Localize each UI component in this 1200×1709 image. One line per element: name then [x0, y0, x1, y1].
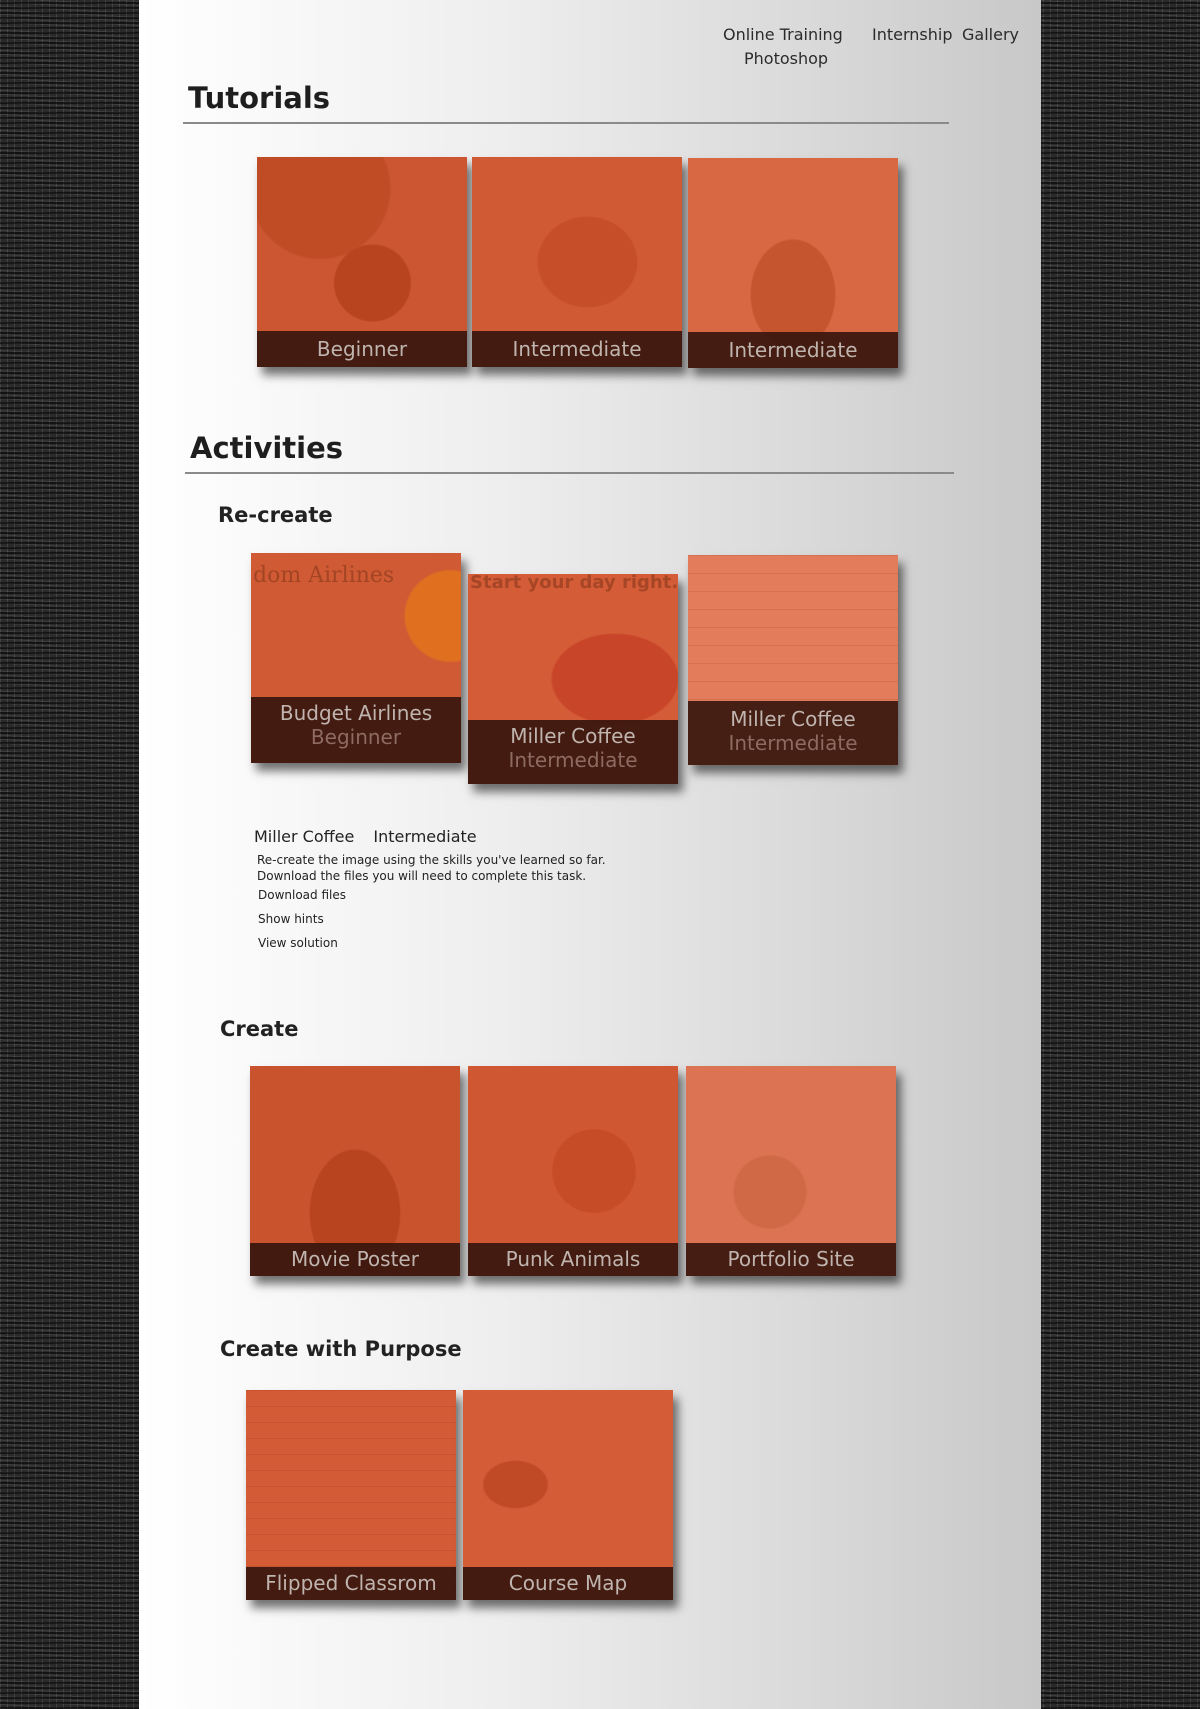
tutorials-heading: Tutorials — [188, 81, 331, 115]
card-level: Intermediate — [508, 748, 638, 772]
activities-heading: Activities — [190, 431, 344, 465]
card-label-bar: Movie Poster — [250, 1243, 460, 1276]
card-label-bar: Flipped Classrom — [246, 1567, 456, 1600]
card-label-bar: Miller Coffee Intermediate — [468, 720, 678, 784]
card-title: Budget Airlines — [279, 701, 433, 725]
recreate-card-miller-coffee-2[interactable]: Miller Coffee Intermediate — [688, 555, 898, 765]
show-hints-link[interactable]: Show hints — [258, 910, 674, 928]
create-card-portfolio-site[interactable]: Portfolio Site — [686, 1066, 896, 1276]
card-title: Miller Coffee — [510, 724, 636, 748]
create-with-purpose-subheading: Create with Purpose — [220, 1337, 462, 1361]
tutorial-card-intermediate-2[interactable]: Intermediate — [688, 158, 898, 368]
download-files-link[interactable]: Download files — [258, 886, 674, 904]
card-title: Flipped Classrom — [265, 1571, 437, 1595]
card-label-bar: Miller Coffee Intermediate — [688, 701, 898, 765]
create-card-movie-poster[interactable]: Movie Poster — [250, 1066, 460, 1276]
card-label-bar: Punk Animals — [468, 1243, 678, 1276]
card-title: Movie Poster — [291, 1247, 419, 1271]
card-label-bar: Intermediate — [472, 331, 682, 367]
detail-description-line1: Re-create the image using the skills you… — [257, 853, 606, 867]
card-title: Punk Animals — [505, 1247, 641, 1271]
card-label-bar: Intermediate — [688, 332, 898, 368]
thumbnail-ghost-text: Start your day right... — [470, 574, 678, 593]
card-label: Beginner — [316, 337, 408, 361]
card-title: Miller Coffee — [730, 707, 856, 731]
card-title: Course Map — [508, 1571, 628, 1595]
create-subheading: Create — [220, 1017, 299, 1041]
nav-online-training[interactable]: Online Training — [723, 23, 843, 47]
card-label-bar: Beginner — [257, 331, 467, 367]
card-level: Intermediate — [728, 731, 858, 755]
nav-photoshop[interactable]: Photoshop — [744, 47, 828, 71]
card-level: Beginner — [310, 725, 402, 749]
detail-description-line2: Download the files you will need to comp… — [257, 869, 587, 883]
activity-detail: Miller Coffee Intermediate Re-create the… — [254, 826, 674, 952]
purpose-card-flipped-classroom[interactable]: Flipped Classrom — [246, 1390, 456, 1600]
nav-internship[interactable]: Internship — [872, 23, 953, 47]
card-label-bar: Course Map — [463, 1567, 673, 1600]
create-card-punk-animals[interactable]: Punk Animals — [468, 1066, 678, 1276]
recreate-card-miller-coffee-1[interactable]: Start your day right... Miller Coffee In… — [468, 574, 678, 784]
detail-level: Intermediate — [373, 827, 477, 846]
card-label: Intermediate — [728, 338, 858, 362]
nav-gallery[interactable]: Gallery — [962, 23, 1019, 47]
recreate-subheading: Re-create — [218, 503, 333, 527]
purpose-card-course-map[interactable]: Course Map — [463, 1390, 673, 1600]
detail-name: Miller Coffee — [254, 827, 355, 846]
card-label-bar: Portfolio Site — [686, 1243, 896, 1276]
recreate-card-budget-airlines[interactable]: dom Airlines Budget Airlines Beginner — [251, 553, 461, 763]
page-panel: Online Training Photoshop Internship Gal… — [139, 0, 1041, 1709]
card-label-bar: Budget Airlines Beginner — [251, 697, 461, 763]
activities-divider — [185, 472, 954, 474]
card-label: Intermediate — [512, 337, 642, 361]
thumbnail-ghost-text: dom Airlines — [253, 563, 395, 588]
view-solution-link[interactable]: View solution — [258, 934, 674, 952]
tutorial-card-intermediate-1[interactable]: Intermediate — [472, 157, 682, 367]
tutorial-card-beginner[interactable]: Beginner — [257, 157, 467, 367]
tutorials-divider — [183, 122, 949, 124]
card-title: Portfolio Site — [727, 1247, 855, 1271]
